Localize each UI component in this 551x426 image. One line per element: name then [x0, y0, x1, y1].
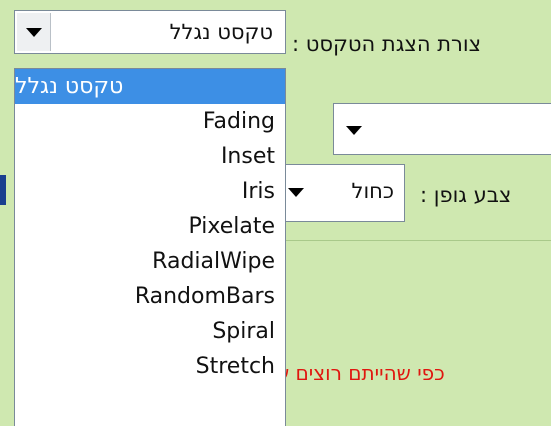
chevron-down-icon: [346, 126, 362, 135]
warning-text: כפי שהייתם רוצים ש: [275, 361, 445, 385]
option-spiral[interactable]: Spiral: [15, 314, 285, 349]
display-mode-dropdown-list[interactable]: טקסט נגלל Fading Inset Iris Pixelate Rad…: [14, 68, 286, 426]
option-radialwipe[interactable]: RadialWipe: [15, 244, 285, 279]
font-color-select[interactable]: כחול: [281, 164, 405, 222]
option-inset[interactable]: Inset: [15, 139, 285, 174]
display-mode-select[interactable]: טקסט נגלל: [14, 10, 286, 54]
secondary-select[interactable]: [333, 103, 551, 155]
option-scrolling-text[interactable]: טקסט נגלל: [15, 69, 285, 104]
display-mode-value: טקסט נגלל: [169, 20, 273, 44]
dropdown-button[interactable]: [17, 13, 51, 51]
option-fading[interactable]: Fading: [15, 104, 285, 139]
divider: [275, 240, 551, 241]
chevron-down-icon: [288, 188, 304, 197]
display-mode-label: צורת הצגת הטקסט :: [292, 32, 482, 56]
option-stretch[interactable]: Stretch: [15, 349, 285, 384]
chevron-down-icon: [26, 28, 42, 37]
option-iris[interactable]: Iris: [15, 174, 285, 209]
font-color-label: צבע גופן :: [420, 183, 512, 207]
option-pixelate[interactable]: Pixelate: [15, 209, 285, 244]
option-randombars[interactable]: RandomBars: [15, 279, 285, 314]
font-color-value: כחול: [351, 179, 394, 203]
edge-fragment: [0, 175, 6, 205]
